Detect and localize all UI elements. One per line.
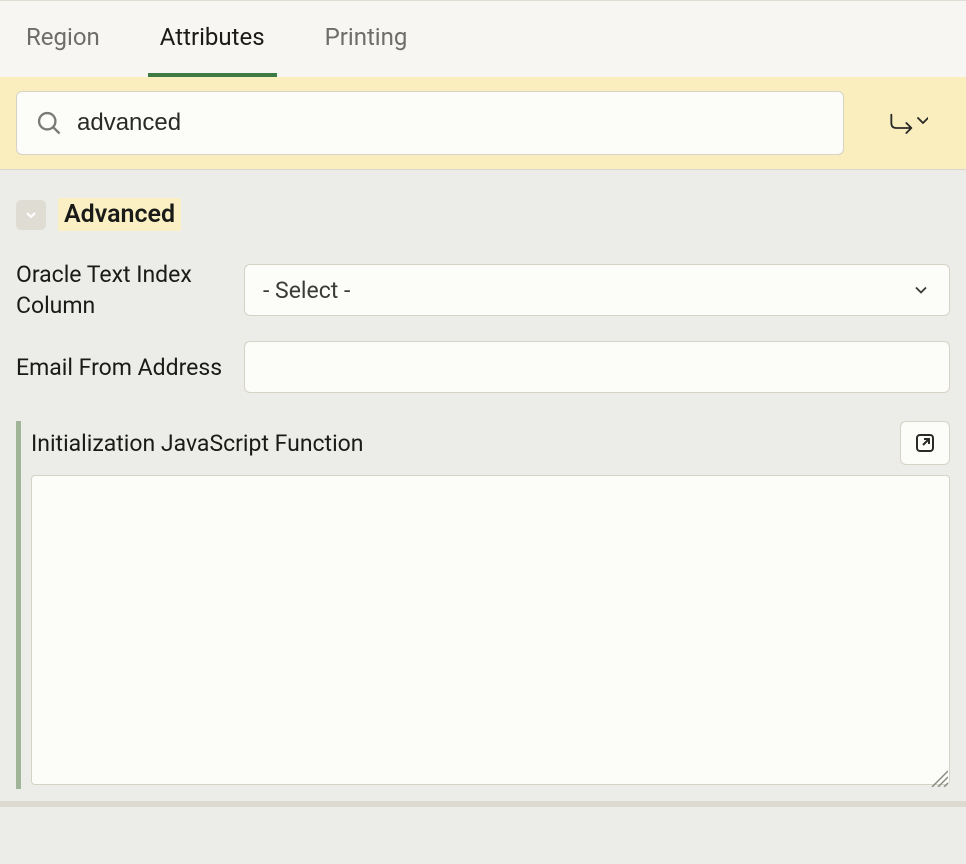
field-label: Email From Address (16, 352, 224, 383)
search-icon (35, 109, 63, 137)
chevron-down-icon (918, 118, 928, 123)
email-from-address-input[interactable] (244, 341, 950, 393)
filter-input-wrapper (16, 91, 844, 155)
oracle-text-index-column-select[interactable]: - Select - (244, 264, 950, 316)
chevron-down-icon (911, 280, 931, 300)
tab-printing[interactable]: Printing (313, 1, 420, 78)
field-label: Initialization JavaScript Function (31, 430, 364, 457)
section-title: Advanced (58, 198, 181, 231)
tab-attributes[interactable]: Attributes (148, 1, 277, 78)
field-group-init-js-function: Initialization JavaScript Function (16, 421, 950, 789)
select-value: - Select - (263, 277, 350, 304)
field-label: Oracle Text Index Column (16, 259, 224, 321)
init-js-function-textarea[interactable] (31, 475, 950, 785)
chevron-down-icon (23, 207, 39, 223)
field-row-email-from-address: Email From Address (16, 331, 950, 403)
expand-code-editor-button[interactable] (900, 421, 950, 465)
tab-bar: Region Attributes Printing (0, 0, 966, 77)
open-external-icon (913, 431, 937, 455)
filter-bar (0, 77, 966, 170)
tab-region[interactable]: Region (14, 1, 112, 78)
panel-footer-divider (0, 801, 966, 807)
section-header-advanced: Advanced (16, 188, 950, 249)
collapse-toggle[interactable] (16, 200, 46, 230)
go-to-next-button[interactable] (880, 109, 936, 137)
field-row-oracle-text-index-column: Oracle Text Index Column - Select - (16, 249, 950, 331)
properties-panel: Advanced Oracle Text Index Column - Sele… (0, 170, 966, 789)
filter-input[interactable] (77, 109, 825, 137)
